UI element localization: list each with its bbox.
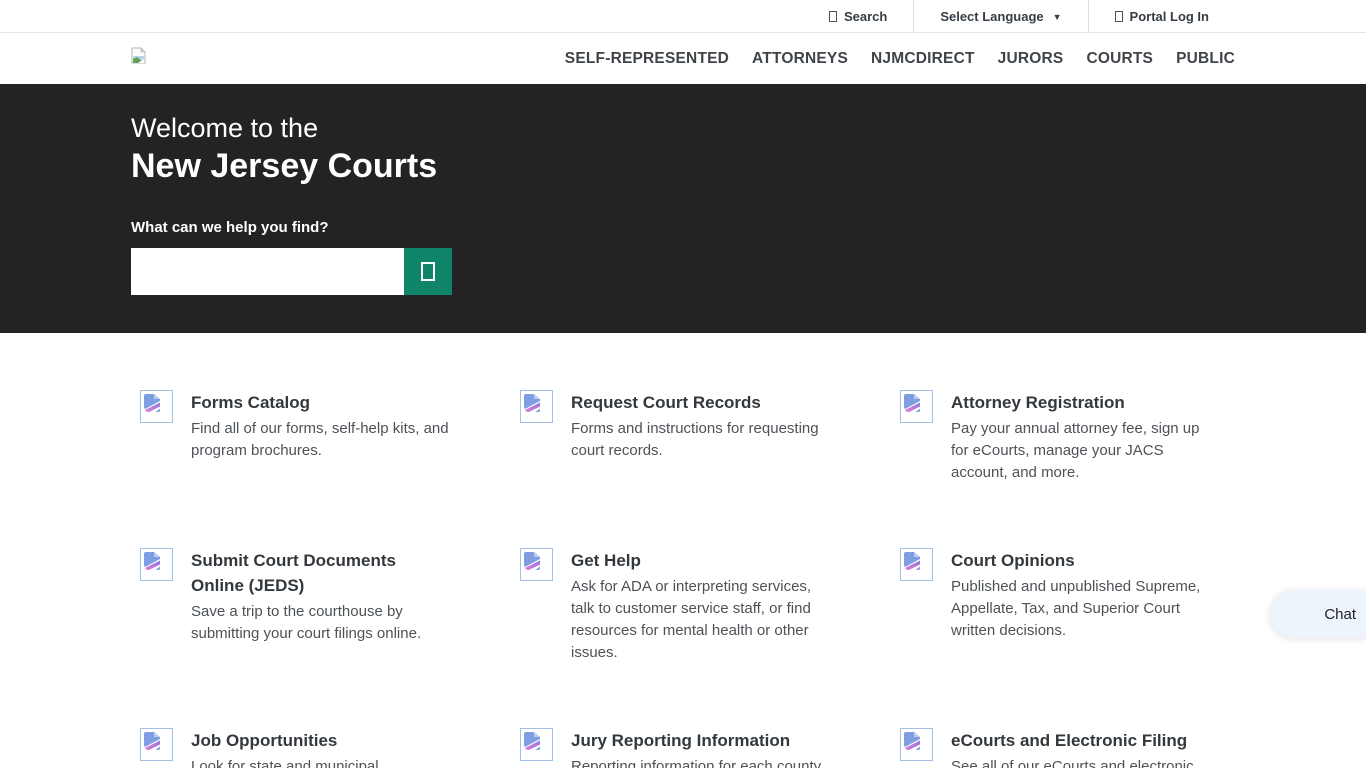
nav-link-attorneys[interactable]: ATTORNEYS — [752, 50, 848, 67]
card-description: Reporting information for each county is — [571, 756, 833, 768]
broken-image-icon — [520, 390, 553, 423]
card-title[interactable]: Attorney Registration — [951, 393, 1125, 412]
nav-link-jurors[interactable]: JURORS — [998, 50, 1064, 67]
search-link-label: Search — [844, 9, 887, 24]
card-jury-reporting-information[interactable]: Jury Reporting Information Reporting inf… — [520, 728, 900, 768]
nav-link-njmcdirect[interactable]: NJMCDIRECT — [871, 50, 975, 67]
broken-image-icon — [900, 390, 933, 423]
search-link[interactable]: Search — [803, 0, 913, 33]
quick-links-grid: Forms Catalog Find all of our forms, sel… — [140, 390, 1235, 768]
language-selector-label: Select Language — [940, 9, 1043, 24]
broken-image-icon — [140, 390, 173, 423]
card-get-help[interactable]: Get Help Ask for ADA or interpreting ser… — [520, 548, 900, 664]
card-title[interactable]: Get Help — [571, 551, 641, 570]
card-title[interactable]: Court Opinions — [951, 551, 1075, 570]
broken-image-icon — [140, 548, 173, 581]
broken-image-icon — [900, 728, 933, 761]
broken-image-icon — [140, 728, 173, 761]
search-icon — [829, 11, 837, 22]
chat-button[interactable]: Chat — [1270, 590, 1366, 638]
card-court-opinions[interactable]: Court Opinions Published and unpublished… — [900, 548, 1280, 664]
card-job-opportunities[interactable]: Job Opportunities Look for state and mun… — [140, 728, 520, 768]
card-request-court-records[interactable]: Request Court Records Forms and instruct… — [520, 390, 900, 484]
nav-link-courts[interactable]: COURTS — [1086, 50, 1153, 67]
hero-search-input[interactable] — [131, 248, 404, 295]
card-title[interactable]: Forms Catalog — [191, 393, 310, 412]
nav-links: SELF-REPRESENTED ATTORNEYS NJMCDIRECT JUROR… — [565, 50, 1235, 68]
card-title[interactable]: Request Court Records — [571, 393, 761, 412]
broken-image-icon — [900, 548, 933, 581]
card-description: Forms and instructions for requesting co… — [571, 418, 833, 462]
card-description: Ask for ADA or interpreting services, ta… — [571, 576, 833, 664]
quick-links-section: Forms Catalog Find all of our forms, sel… — [0, 333, 1366, 768]
hero-search-button[interactable] — [404, 248, 452, 295]
nav-link-public[interactable]: PUBLIC — [1176, 50, 1235, 67]
primary-nav: SELF-REPRESENTED ATTORNEYS NJMCDIRECT JUROR… — [0, 33, 1366, 84]
card-ecourts-and-electronic-filing[interactable]: eCourts and Electronic Filing See all of… — [900, 728, 1280, 768]
card-description: Published and unpublished Supreme, Appel… — [951, 576, 1213, 642]
card-title[interactable]: Jury Reporting Information — [571, 731, 790, 750]
card-attorney-registration[interactable]: Attorney Registration Pay your annual at… — [900, 390, 1280, 484]
search-prompt-label: What can we help you find? — [131, 219, 1235, 236]
site-logo[interactable] — [131, 47, 146, 64]
chevron-down-icon: ▼ — [1053, 12, 1062, 22]
card-title[interactable]: Job Opportunities — [191, 731, 337, 750]
card-description: Find all of our forms, self-help kits, a… — [191, 418, 453, 462]
portal-login-link[interactable]: Portal Log In — [1089, 0, 1235, 33]
hero-search — [131, 248, 1235, 295]
portal-login-label: Portal Log In — [1130, 9, 1209, 24]
card-description: Pay your annual attorney fee, sign up fo… — [951, 418, 1213, 484]
portal-login-icon — [1115, 11, 1123, 22]
utility-bar: Search Select Language ▼ Portal Log In — [0, 0, 1366, 33]
language-selector[interactable]: Select Language ▼ — [914, 0, 1087, 33]
card-forms-catalog[interactable]: Forms Catalog Find all of our forms, sel… — [140, 390, 520, 484]
card-description: Save a trip to the courthouse by submitt… — [191, 601, 453, 645]
hero-banner: Welcome to the New Jersey Courts What ca… — [0, 84, 1366, 333]
card-title[interactable]: Submit Court Documents Online (JEDS) — [191, 551, 396, 595]
hero-welcome-text: Welcome to the — [131, 110, 1235, 146]
search-submit-icon — [421, 262, 435, 281]
broken-image-icon — [520, 548, 553, 581]
chat-button-label: Chat — [1324, 606, 1356, 623]
card-title[interactable]: eCourts and Electronic Filing — [951, 731, 1187, 750]
nav-link-self-represented[interactable]: SELF-REPRESENTED — [565, 50, 729, 67]
card-submit-court-documents-online-jeds[interactable]: Submit Court Documents Online (JEDS) Sav… — [140, 548, 520, 664]
broken-image-icon — [131, 47, 146, 64]
broken-image-icon — [520, 728, 553, 761]
card-description: Look for state and municipal opportuniti… — [191, 756, 453, 768]
card-description: See all of our eCourts and electronic fi… — [951, 756, 1213, 768]
page-title: New Jersey Courts — [131, 146, 1235, 186]
